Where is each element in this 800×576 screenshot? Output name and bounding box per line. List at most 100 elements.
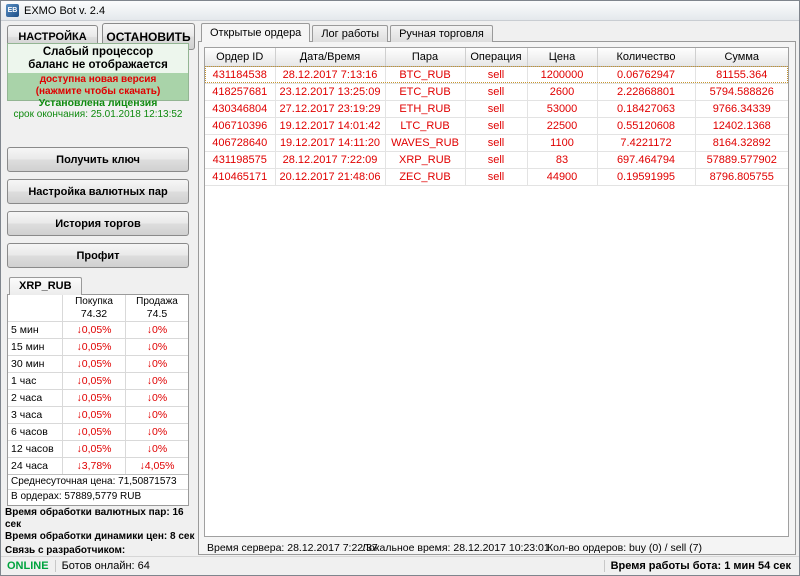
profit-button[interactable]: Профит (7, 243, 189, 268)
title-bar: EB EXMO Bot v. 2.4 (1, 1, 799, 21)
pair-dynamics-row: 12 часов↓0,05%↓0% (8, 440, 188, 457)
pair-dynamics-row: 30 мин↓0,05%↓0% (8, 355, 188, 372)
statusbar-separator (55, 560, 56, 572)
pair-dynamics-row: 24 часа↓3,78%↓4,05% (8, 457, 188, 474)
order-cell-pair: BTC_RUB (385, 66, 465, 83)
order-cell-pair: XRP_RUB (385, 151, 465, 168)
period-label: 12 часов (8, 441, 62, 457)
pair-tab-xrp-rub[interactable]: XRP_RUB (9, 277, 82, 295)
buy-change-value: ↓0,05% (62, 356, 125, 372)
uptime-label: Время работы бота: 1 мин 54 сек (611, 560, 791, 572)
pair-current-prices: 74.32 74.5 (8, 308, 188, 321)
order-row[interactable]: 43119857528.12.2017 7:22:09XRP_RUBsell83… (205, 151, 788, 168)
local-time-label: Локальное время: 28.12.2017 10:23:01 (362, 542, 550, 554)
avg-price-label: Среднесуточная цена: 71,50871573 (8, 475, 188, 489)
order-cell-operation: sell (465, 151, 527, 168)
order-cell-sum: 5794.588826 (695, 83, 788, 100)
warning-notice: Слабый процессор баланс не отображается … (7, 43, 189, 101)
trade-history-button[interactable]: История торгов (7, 211, 189, 236)
column-header-quantity[interactable]: Количество (597, 48, 695, 66)
order-cell-order-id: 431184538 (205, 66, 275, 83)
pair-dynamics-row: 3 часа↓0,05%↓0% (8, 406, 188, 423)
get-key-button[interactable]: Получить ключ (7, 147, 189, 172)
order-cell-price: 1200000 (527, 66, 597, 83)
tab-open-orders[interactable]: Открытые ордера (201, 23, 310, 42)
sell-change-value: ↓0% (125, 356, 188, 372)
order-cell-datetime: 20.12.2017 21:48:06 (275, 168, 385, 185)
order-cell-datetime: 27.12.2017 23:19:29 (275, 100, 385, 117)
update-line-1: доступна новая версия (8, 74, 188, 86)
window-title: EXMO Bot v. 2.4 (24, 5, 105, 17)
pair-panel-footer: Среднесуточная цена: 71,50871573 В ордер… (8, 474, 188, 504)
orders-table-body: 43118453828.12.2017 7:13:16BTC_RUBsell12… (205, 66, 788, 185)
order-cell-quantity: 0.06762947 (597, 66, 695, 83)
tab-work-log[interactable]: Лог работы (312, 25, 388, 42)
orders-header-row: Ордер IDДата/ВремяПараОперацияЦенаКоличе… (205, 48, 788, 66)
pair-dynamics-row: 1 час↓0,05%↓0% (8, 372, 188, 389)
license-info: Установлена лицензия срок окончания: 25.… (7, 97, 189, 121)
order-cell-price: 53000 (527, 100, 597, 117)
license-status: Установлена лицензия (7, 97, 189, 109)
order-row[interactable]: 43034680427.12.2017 23:19:29ETH_RUBsell5… (205, 100, 788, 117)
warning-line-1: Слабый процессор (8, 46, 188, 59)
order-cell-pair: LTC_RUB (385, 117, 465, 134)
order-row[interactable]: 41825768123.12.2017 13:25:09ETC_RUBsell2… (205, 83, 788, 100)
buy-change-value: ↓0,05% (62, 373, 125, 389)
order-cell-quantity: 0.55120608 (597, 117, 695, 134)
server-time-label: Время сервера: 28.12.2017 7:22:37 (207, 542, 378, 554)
order-cell-operation: sell (465, 117, 527, 134)
order-cell-pair: ETH_RUB (385, 100, 465, 117)
order-cell-sum: 57889.577902 (695, 151, 788, 168)
statusbar-separator (604, 560, 605, 572)
pair-table-header: Покупка Продажа (8, 295, 188, 308)
column-header-operation[interactable]: Операция (465, 48, 527, 66)
order-row[interactable]: 40672864019.12.2017 14:11:20WAVES_RUBsel… (205, 134, 788, 151)
column-header-datetime[interactable]: Дата/Время (275, 48, 385, 66)
sell-change-value: ↓0% (125, 322, 188, 338)
buy-change-value: ↓0,05% (62, 407, 125, 423)
pair-dynamics-row: 5 мин↓0,05%↓0% (8, 321, 188, 338)
in-orders-label: В ордерах: 57889,5779 RUB (8, 489, 188, 504)
sidebar-buttons: Получить ключ Настройка валютных пар Истор… (7, 147, 189, 268)
order-row[interactable]: 41046517120.12.2017 21:48:06ZEC_RUBsell4… (205, 168, 788, 185)
buy-change-value: ↓0,05% (62, 390, 125, 406)
buy-change-value: ↓3,78% (62, 458, 125, 474)
column-header-price[interactable]: Цена (527, 48, 597, 66)
tab-manual-trading[interactable]: Ручная торговля (390, 25, 493, 42)
order-cell-sum: 81155.364 (695, 66, 788, 83)
sell-change-value: ↓0% (125, 339, 188, 355)
update-notice[interactable]: доступна новая версия (нажмите чтобы ска… (8, 73, 188, 100)
sell-change-value: ↓0% (125, 390, 188, 406)
order-cell-quantity: 7.4221172 (597, 134, 695, 151)
column-header-sum[interactable]: Сумма (695, 48, 788, 66)
order-cell-sum: 8164.32892 (695, 134, 788, 151)
order-row[interactable]: 40671039619.12.2017 14:01:42LTC_RUBsell2… (205, 117, 788, 134)
order-row[interactable]: 43118453828.12.2017 7:13:16BTC_RUBsell12… (205, 66, 788, 83)
dynamics-processing-time: Время обработки динамики цен: 8 сек (5, 531, 197, 543)
order-cell-datetime: 23.12.2017 13:25:09 (275, 83, 385, 100)
cpu-warning: Слабый процессор баланс не отображается (8, 44, 188, 73)
period-label: 24 часа (8, 458, 62, 474)
warning-line-2: баланс не отображается (8, 59, 188, 72)
sell-change-value: ↓0% (125, 407, 188, 423)
column-header-pair[interactable]: Пара (385, 48, 465, 66)
period-label: 15 мин (8, 339, 62, 355)
order-cell-price: 83 (527, 151, 597, 168)
buy-column-header: Покупка (62, 295, 125, 308)
sell-change-value: ↓0% (125, 424, 188, 440)
pairs-settings-button[interactable]: Настройка валютных пар (7, 179, 189, 204)
orders-tab-panel: Ордер IDДата/ВремяПараОперацияЦенаКоличе… (198, 41, 796, 555)
order-cell-order-id: 430346804 (205, 100, 275, 117)
sell-column-header: Продажа (125, 295, 188, 308)
app-icon: EB (6, 4, 19, 17)
app-window: EB EXMO Bot v. 2.4 НАСТРОЙКА ОСТАНОВИТЬ … (0, 0, 800, 576)
buy-change-value: ↓0,05% (62, 441, 125, 457)
order-cell-quantity: 0.19591995 (597, 168, 695, 185)
buy-change-value: ↓0,05% (62, 339, 125, 355)
order-cell-pair: WAVES_RUB (385, 134, 465, 151)
column-header-order-id[interactable]: Ордер ID (205, 48, 275, 66)
order-cell-operation: sell (465, 168, 527, 185)
order-cell-datetime: 19.12.2017 14:01:42 (275, 117, 385, 134)
sell-change-value: ↓0% (125, 441, 188, 457)
main-tabs: Открытые ордераЛог работыРучная торговля (201, 23, 495, 42)
